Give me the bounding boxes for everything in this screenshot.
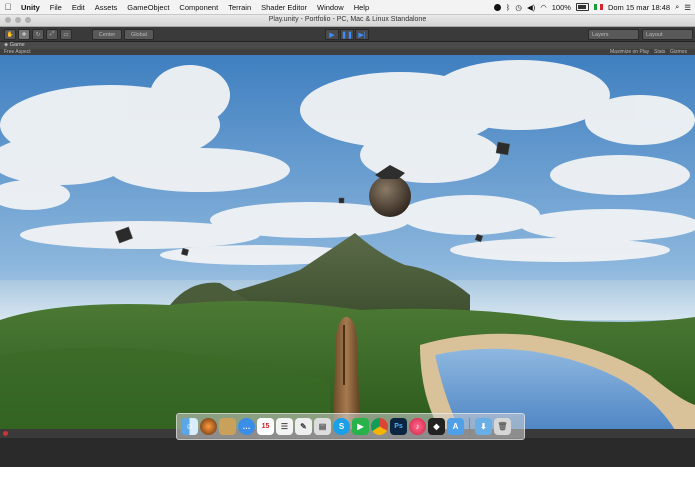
reminders-icon[interactable]: ☰	[276, 418, 293, 435]
window-title: Play.unity - Portfolio - PC, Mac & Linux…	[268, 16, 427, 23]
menu-assets[interactable]: Assets	[90, 3, 123, 12]
game-tab-bar: ◈ Game	[0, 42, 695, 49]
tab-game[interactable]: ◈ Game	[4, 42, 25, 48]
unity-editor: ✋ ✛ ↻ ⤢ ▭ Center Global ▶ ❚❚ ▶| Layers L…	[0, 27, 695, 467]
pause-button[interactable]: ❚❚	[340, 29, 354, 40]
sphere-object	[369, 175, 411, 217]
time-machine-icon[interactable]: ◷	[515, 3, 522, 12]
menu-gameobject[interactable]: GameObject	[122, 3, 174, 12]
itunes-icon[interactable]: ♪	[409, 418, 426, 435]
launchpad-icon[interactable]	[200, 418, 217, 435]
step-icon: ▶|	[358, 31, 366, 39]
window-titlebar: Play.unity - Portfolio - PC, Mac & Linux…	[0, 15, 695, 27]
rect-tool-button[interactable]: ▭	[60, 29, 72, 40]
move-tool-button[interactable]: ✛	[18, 29, 30, 40]
spotlight-search-icon[interactable]: ⌕	[675, 2, 679, 12]
layers-label: Layers	[592, 31, 609, 38]
menu-edit[interactable]: Edit	[67, 3, 90, 12]
tab-game-label: Game	[9, 42, 25, 48]
menu-component[interactable]: Component	[174, 3, 223, 12]
pause-icon: ❚❚	[341, 31, 353, 39]
italian-flag-icon[interactable]	[593, 4, 603, 10]
game-viewport[interactable]	[0, 55, 695, 430]
calendar-icon[interactable]: 15	[257, 418, 274, 435]
step-button[interactable]: ▶|	[355, 29, 369, 40]
battery-icon[interactable]	[575, 3, 589, 11]
clock[interactable]: Dom 15 mar 18:48	[608, 3, 670, 12]
mac-menubar:  Unity File Edit Assets GameObject Comp…	[0, 0, 695, 15]
notification-center-icon[interactable]: ☰	[684, 3, 691, 12]
unity-icon[interactable]: ◆	[428, 418, 445, 435]
menu-window[interactable]: Window	[312, 3, 349, 12]
menu-file[interactable]: File	[45, 3, 67, 12]
facetime-icon[interactable]: ▶	[352, 418, 369, 435]
game-tab-icon: ◈	[4, 42, 9, 48]
bluetooth-icon[interactable]: ᛒ	[506, 3, 511, 12]
trash-icon[interactable]: 🗑	[494, 418, 511, 435]
wifi-icon[interactable]: ◠	[540, 3, 547, 12]
chrome-icon[interactable]	[371, 418, 388, 435]
preview-icon[interactable]: ▤	[314, 418, 331, 435]
finder-icon[interactable]: ☺	[181, 418, 198, 435]
layout-label: Layout	[646, 31, 663, 38]
dock-separator	[469, 417, 470, 436]
apple-icon[interactable]: 	[0, 2, 16, 12]
menu-help[interactable]: Help	[349, 3, 374, 12]
play-icon: ▶	[329, 31, 335, 39]
layout-dropdown[interactable]: Layout	[642, 29, 693, 40]
layers-dropdown[interactable]: Layers	[588, 29, 639, 40]
hand-tool-button[interactable]: ✋	[4, 29, 16, 40]
messages-icon[interactable]: …	[238, 418, 255, 435]
error-icon	[3, 431, 8, 436]
textedit-icon[interactable]: ✎	[295, 418, 312, 435]
appstore-icon[interactable]: A	[447, 418, 464, 435]
scale-tool-button[interactable]: ⤢	[46, 29, 58, 40]
menu-shader-editor[interactable]: Shader Editor	[256, 3, 312, 12]
alien-icon[interactable]	[493, 3, 501, 11]
battery-percent: 100%	[551, 2, 571, 12]
pivot-global-toggle[interactable]: Global	[124, 29, 154, 40]
mac-dock: ☺ … 15 ☰ ✎ ▤ S ▶ Ps ♪ ◆ A ⬇ 🗑	[176, 413, 525, 440]
volume-icon[interactable]: ◀)	[527, 3, 535, 12]
pivot-center-toggle[interactable]: Center	[92, 29, 122, 40]
rotate-tool-button[interactable]: ↻	[32, 29, 44, 40]
photoshop-icon[interactable]: Ps	[390, 418, 407, 435]
unity-toolbar: ✋ ✛ ↻ ⤢ ▭ Center Global ▶ ❚❚ ▶| Layers L…	[0, 27, 695, 42]
notes-icon[interactable]	[219, 418, 236, 435]
center-label: Center	[98, 31, 116, 38]
global-label: Global	[131, 31, 147, 38]
downloads-icon[interactable]: ⬇	[475, 418, 492, 435]
menu-terrain[interactable]: Terrain	[223, 3, 256, 12]
skype-icon[interactable]: S	[333, 418, 350, 435]
play-button[interactable]: ▶	[325, 29, 339, 40]
menu-app-unity[interactable]: Unity	[16, 3, 45, 12]
game-scene-render	[0, 55, 695, 430]
